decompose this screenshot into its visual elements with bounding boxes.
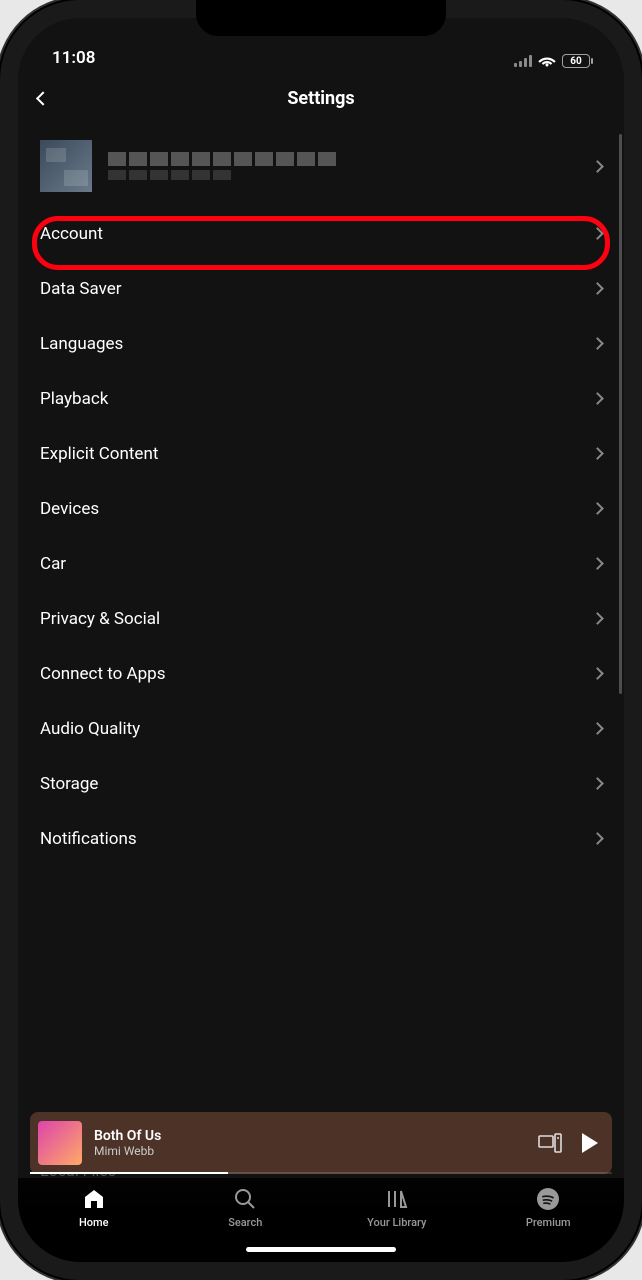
chevron-right-icon (591, 667, 604, 680)
chevron-right-icon (591, 557, 604, 570)
status-time: 11:08 (52, 48, 95, 68)
now-playing-cover (38, 1121, 82, 1165)
tab-label: Search (228, 1216, 262, 1229)
library-icon (384, 1186, 410, 1212)
chevron-right-icon (591, 337, 604, 350)
settings-row-car[interactable]: Car (40, 536, 602, 591)
settings-row-data-saver[interactable]: Data Saver (40, 261, 602, 316)
settings-row-label: Data Saver (40, 279, 122, 299)
screen: 11:08 60 Settings (18, 18, 624, 1262)
settings-row-label: Explicit Content (40, 444, 158, 464)
status-right: 60 (514, 54, 590, 68)
settings-row-label: Car (40, 554, 66, 574)
tab-label: Home (79, 1216, 109, 1229)
tab-search[interactable]: Search (200, 1186, 290, 1229)
search-icon (232, 1186, 258, 1212)
tab-bar: Home Search Your Library Premium (18, 1178, 624, 1262)
chevron-right-icon (591, 502, 604, 515)
phone-frame: 11:08 60 Settings (0, 0, 642, 1280)
back-button[interactable] (38, 89, 48, 108)
profile-avatar (40, 140, 92, 192)
settings-list: Account Data Saver Languages Playback Ex… (40, 206, 602, 866)
settings-row-playback[interactable]: Playback (40, 371, 602, 426)
home-icon (81, 1186, 107, 1212)
now-playing-title: Both Of Us (94, 1128, 526, 1144)
play-button[interactable] (582, 1133, 598, 1153)
settings-row-languages[interactable]: Languages (40, 316, 602, 371)
settings-row-label: Playback (40, 389, 108, 409)
settings-row-label: Account (40, 224, 103, 244)
chevron-right-icon (591, 832, 604, 845)
tab-label: Premium (526, 1216, 571, 1229)
settings-row-audio-quality[interactable]: Audio Quality (40, 701, 602, 756)
settings-row-account[interactable]: Account (40, 206, 602, 261)
battery-icon: 60 (562, 54, 590, 68)
status-bar: 11:08 60 (18, 18, 624, 70)
tab-label: Your Library (367, 1216, 426, 1229)
nav-header: Settings (18, 70, 624, 126)
settings-row-notifications[interactable]: Notifications (40, 811, 602, 866)
progress-fill (30, 1172, 228, 1174)
now-playing-artist: Mimi Webb (94, 1144, 526, 1158)
profile-row[interactable] (40, 126, 602, 206)
now-playing-bar[interactable]: Both Of Us Mimi Webb (30, 1112, 612, 1174)
settings-row-label: Audio Quality (40, 719, 140, 739)
connect-device-icon[interactable] (538, 1133, 562, 1153)
scrollbar[interactable] (619, 134, 622, 694)
now-playing-text: Both Of Us Mimi Webb (94, 1128, 526, 1158)
spotify-icon (535, 1186, 561, 1212)
tab-library[interactable]: Your Library (352, 1186, 442, 1229)
chevron-right-icon (591, 392, 604, 405)
settings-row-explicit-content[interactable]: Explicit Content (40, 426, 602, 481)
page-title: Settings (287, 88, 354, 109)
settings-row-devices[interactable]: Devices (40, 481, 602, 536)
settings-row-connect-to-apps[interactable]: Connect to Apps (40, 646, 602, 701)
home-indicator[interactable] (246, 1247, 396, 1252)
chevron-right-icon (591, 447, 604, 460)
tab-premium[interactable]: Premium (503, 1186, 593, 1229)
chevron-left-icon (36, 91, 50, 105)
chevron-right-icon (591, 722, 604, 735)
settings-row-label: Privacy & Social (40, 609, 160, 629)
now-playing-controls (538, 1133, 598, 1153)
settings-row-label: Connect to Apps (40, 664, 166, 684)
chevron-right-icon (591, 282, 604, 295)
chevron-right-icon (591, 612, 604, 625)
wifi-icon (538, 54, 556, 68)
settings-row-label: Devices (40, 499, 99, 519)
profile-text-redacted (108, 152, 577, 180)
settings-row-label: Languages (40, 334, 123, 354)
settings-row-storage[interactable]: Storage (40, 756, 602, 811)
settings-row-label: Storage (40, 774, 98, 794)
cellular-signal-icon (514, 55, 532, 67)
chevron-right-icon (591, 777, 604, 790)
tab-home[interactable]: Home (49, 1186, 139, 1229)
settings-row-privacy-social[interactable]: Privacy & Social (40, 591, 602, 646)
chevron-right-icon (591, 227, 604, 240)
settings-content[interactable]: Account Data Saver Languages Playback Ex… (18, 126, 624, 1112)
settings-row-label: Notifications (40, 829, 137, 849)
battery-percentage: 60 (570, 56, 581, 67)
chevron-right-icon (591, 160, 604, 173)
